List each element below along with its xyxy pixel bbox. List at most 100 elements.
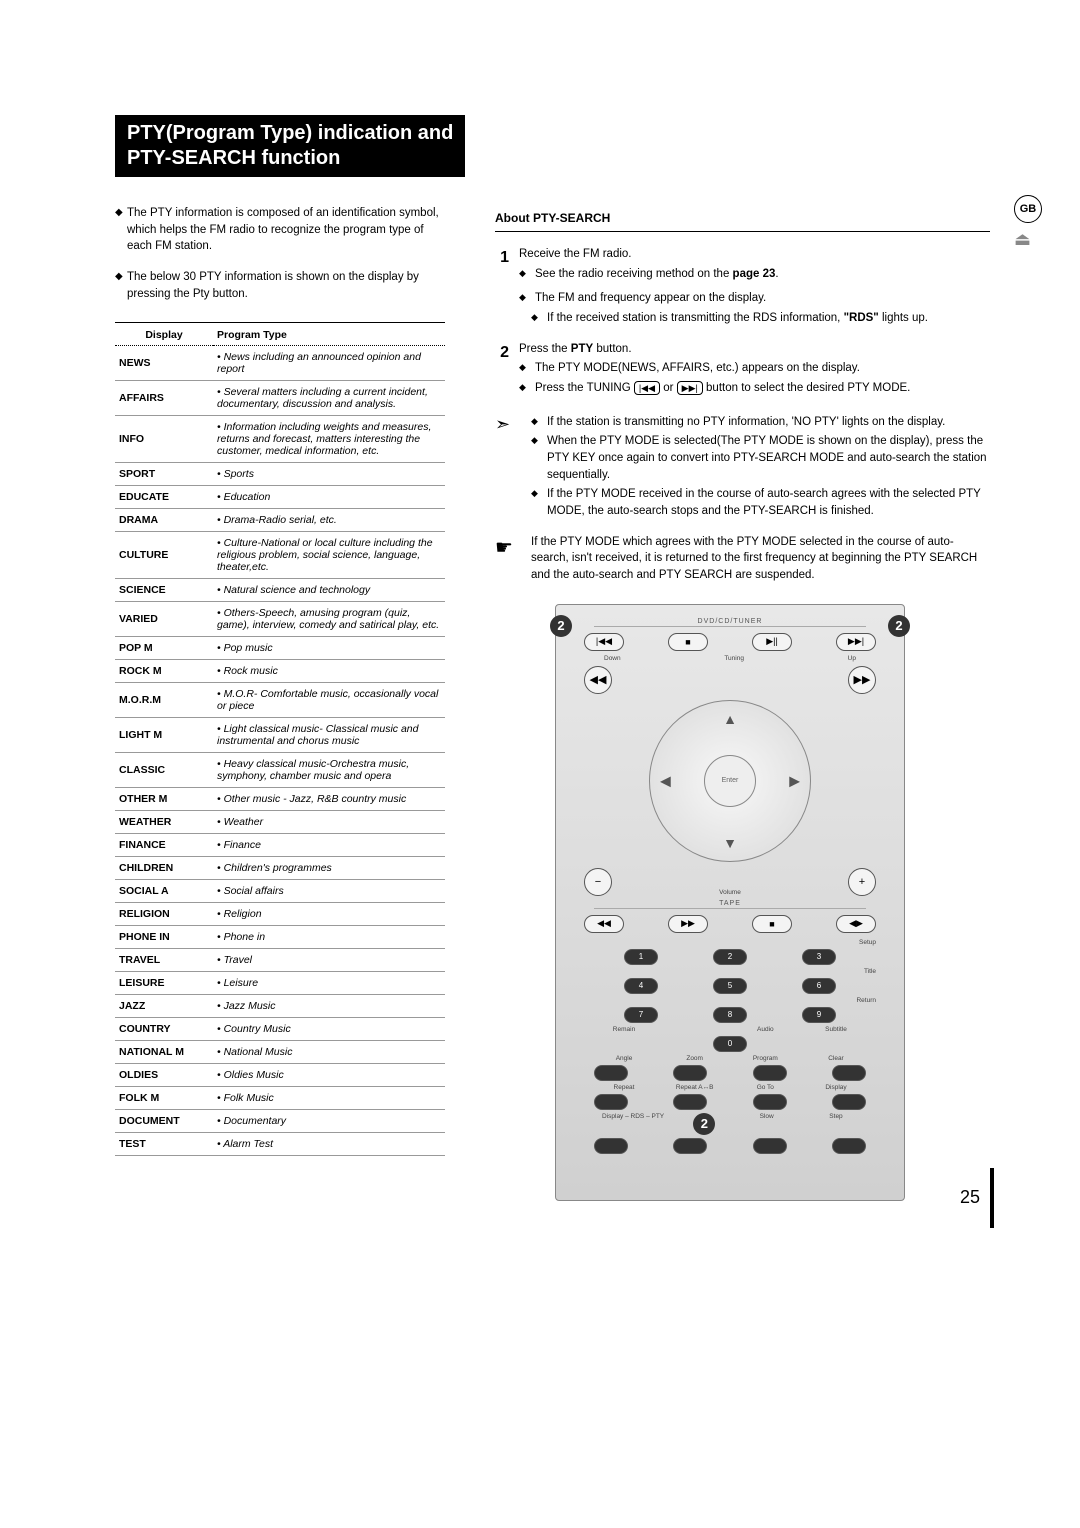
vol-down-button[interactable]: −	[584, 868, 612, 896]
pty-display: NATIONAL M	[115, 1041, 213, 1064]
pty-display: RELIGION	[115, 903, 213, 926]
pty-type: • Natural science and technology	[213, 579, 445, 602]
diamond-icon: ◆	[531, 486, 541, 519]
pty-type: • M.O.R- Comfortable music, occasionally…	[213, 683, 445, 718]
pty-table: Display Program Type NEWS• News includin…	[115, 322, 445, 1156]
table-row: ROCK M• Rock music	[115, 660, 445, 683]
pty-display: DRAMA	[115, 509, 213, 532]
tray-icon: ⏏	[1014, 229, 1050, 250]
pty-type: • Education	[213, 486, 445, 509]
note-3: If the PTY MODE received in the course o…	[547, 486, 990, 519]
key-2[interactable]: 2	[713, 949, 747, 965]
pty-display: SOCIAL A	[115, 880, 213, 903]
table-row: CHILDREN• Children's programmes	[115, 857, 445, 880]
key-0[interactable]: 0	[713, 1036, 747, 1052]
key-8[interactable]: 8	[713, 1007, 747, 1023]
pty-display: WEATHER	[115, 811, 213, 834]
title-line-2: PTY-SEARCH function	[127, 147, 340, 169]
diamond-icon: ◆	[519, 380, 529, 397]
play-pause-button[interactable]: ▶||	[752, 633, 792, 651]
table-row: DRAMA• Drama-Radio serial, etc.	[115, 509, 445, 532]
step2-bullet1: The PTY MODE(NEWS, AFFAIRS, etc.) appear…	[535, 360, 860, 377]
key-9[interactable]: 9	[802, 1007, 836, 1023]
note-2: When the PTY MODE is selected(The PTY MO…	[547, 433, 990, 483]
pty-display: NEWS	[115, 346, 213, 381]
table-row: TRAVEL• Travel	[115, 949, 445, 972]
table-row: EDUCATE• Education	[115, 486, 445, 509]
table-row: WEATHER• Weather	[115, 811, 445, 834]
tape-rew[interactable]: ◀◀	[584, 915, 624, 933]
pty-type: • Jazz Music	[213, 995, 445, 1018]
stop-button[interactable]: ■	[668, 633, 708, 651]
gb-label: GB	[1014, 195, 1042, 223]
pty-type: • Several matters including a current in…	[213, 381, 445, 416]
key-7[interactable]: 7	[624, 1007, 658, 1023]
key-6[interactable]: 6	[802, 978, 836, 994]
pty-display: CLASSIC	[115, 753, 213, 788]
pty-type: • Oldies Music	[213, 1064, 445, 1087]
tape-ff[interactable]: ◀▶	[836, 915, 876, 933]
pty-type: • Finance	[213, 834, 445, 857]
table-row: INFO• Information including weights and …	[115, 416, 445, 463]
table-row: NATIONAL M• National Music	[115, 1041, 445, 1064]
step1-bullet2: The FM and frequency appear on the displ…	[535, 290, 766, 307]
pty-type: • Travel	[213, 949, 445, 972]
prev-track-icon: |◀◀	[634, 381, 660, 395]
pty-type: • Information including weights and meas…	[213, 416, 445, 463]
tape-stop[interactable]: ■	[752, 915, 792, 933]
up-icon: ▲	[723, 711, 737, 727]
pty-display: AFFAIRS	[115, 381, 213, 416]
key-4[interactable]: 4	[624, 978, 658, 994]
pty-type: • Light classical music- Classical music…	[213, 718, 445, 753]
table-row: RELIGION• Religion	[115, 903, 445, 926]
step2-bullet2: Press the TUNING |◀◀ or ▶▶| button to se…	[535, 380, 910, 397]
table-row: CLASSIC• Heavy classical music-Orchestra…	[115, 753, 445, 788]
title-line-1: PTY(Program Type) indication and	[127, 122, 453, 144]
page-title: PTY(Program Type) indication and PTY-SEA…	[115, 115, 465, 177]
pty-type: • Social affairs	[213, 880, 445, 903]
hand-note: If the PTY MODE which agrees with the PT…	[531, 534, 990, 584]
note-1: If the station is transmitting no PTY in…	[547, 414, 945, 431]
th-ptype: Program Type	[213, 323, 445, 346]
diamond-icon: ◆	[115, 205, 127, 255]
tape-play[interactable]: ▶▶	[668, 915, 708, 933]
pty-type: • Religion	[213, 903, 445, 926]
page-number: 25	[960, 1187, 980, 1208]
pty-display: OTHER M	[115, 788, 213, 811]
pty-type: • Rock music	[213, 660, 445, 683]
pty-type: • Sports	[213, 463, 445, 486]
pty-type: • Heavy classical music-Orchestra music,…	[213, 753, 445, 788]
enter-button[interactable]: Enter	[704, 755, 756, 807]
pty-display: LIGHT M	[115, 718, 213, 753]
pty-type: • Others-Speech, amusing program (quiz, …	[213, 602, 445, 637]
prev-button[interactable]: |◀◀	[584, 633, 624, 651]
callout-2-left: 2	[550, 615, 572, 637]
vol-up-button[interactable]: +	[848, 868, 876, 896]
next-button[interactable]: ▶▶|	[836, 633, 876, 651]
key-5[interactable]: 5	[713, 978, 747, 994]
nav-wheel[interactable]: ▲ ▼ ◀ ▶ Enter	[649, 700, 811, 862]
pty-display: OLDIES	[115, 1064, 213, 1087]
pty-display: INFO	[115, 416, 213, 463]
numpad: Setup 123 Title 456 Return 789 RemainAud…	[584, 939, 876, 1154]
pty-type: • Leisure	[213, 972, 445, 995]
region-badge: GB ⏏	[1014, 195, 1050, 250]
pty-type: • Weather	[213, 811, 445, 834]
table-row: JAZZ• Jazz Music	[115, 995, 445, 1018]
pty-display: COUNTRY	[115, 1018, 213, 1041]
pty-type: • National Music	[213, 1041, 445, 1064]
key-3[interactable]: 3	[802, 949, 836, 965]
pty-type: • Other music - Jazz, R&B country music	[213, 788, 445, 811]
pty-display: DOCUMENT	[115, 1110, 213, 1133]
table-row: CULTURE• Culture-National or local cultu…	[115, 532, 445, 579]
pty-type: • Phone in	[213, 926, 445, 949]
ffwd-button[interactable]: ▶▶	[848, 666, 876, 694]
diamond-icon: ◆	[519, 360, 529, 377]
rewind-button[interactable]: ◀◀	[584, 666, 612, 694]
th-display: Display	[115, 323, 213, 346]
table-row: OTHER M• Other music - Jazz, R&B country…	[115, 788, 445, 811]
right-icon: ▶	[789, 772, 800, 789]
key-1[interactable]: 1	[624, 949, 658, 965]
pty-display: LEISURE	[115, 972, 213, 995]
pty-type: • Pop music	[213, 637, 445, 660]
